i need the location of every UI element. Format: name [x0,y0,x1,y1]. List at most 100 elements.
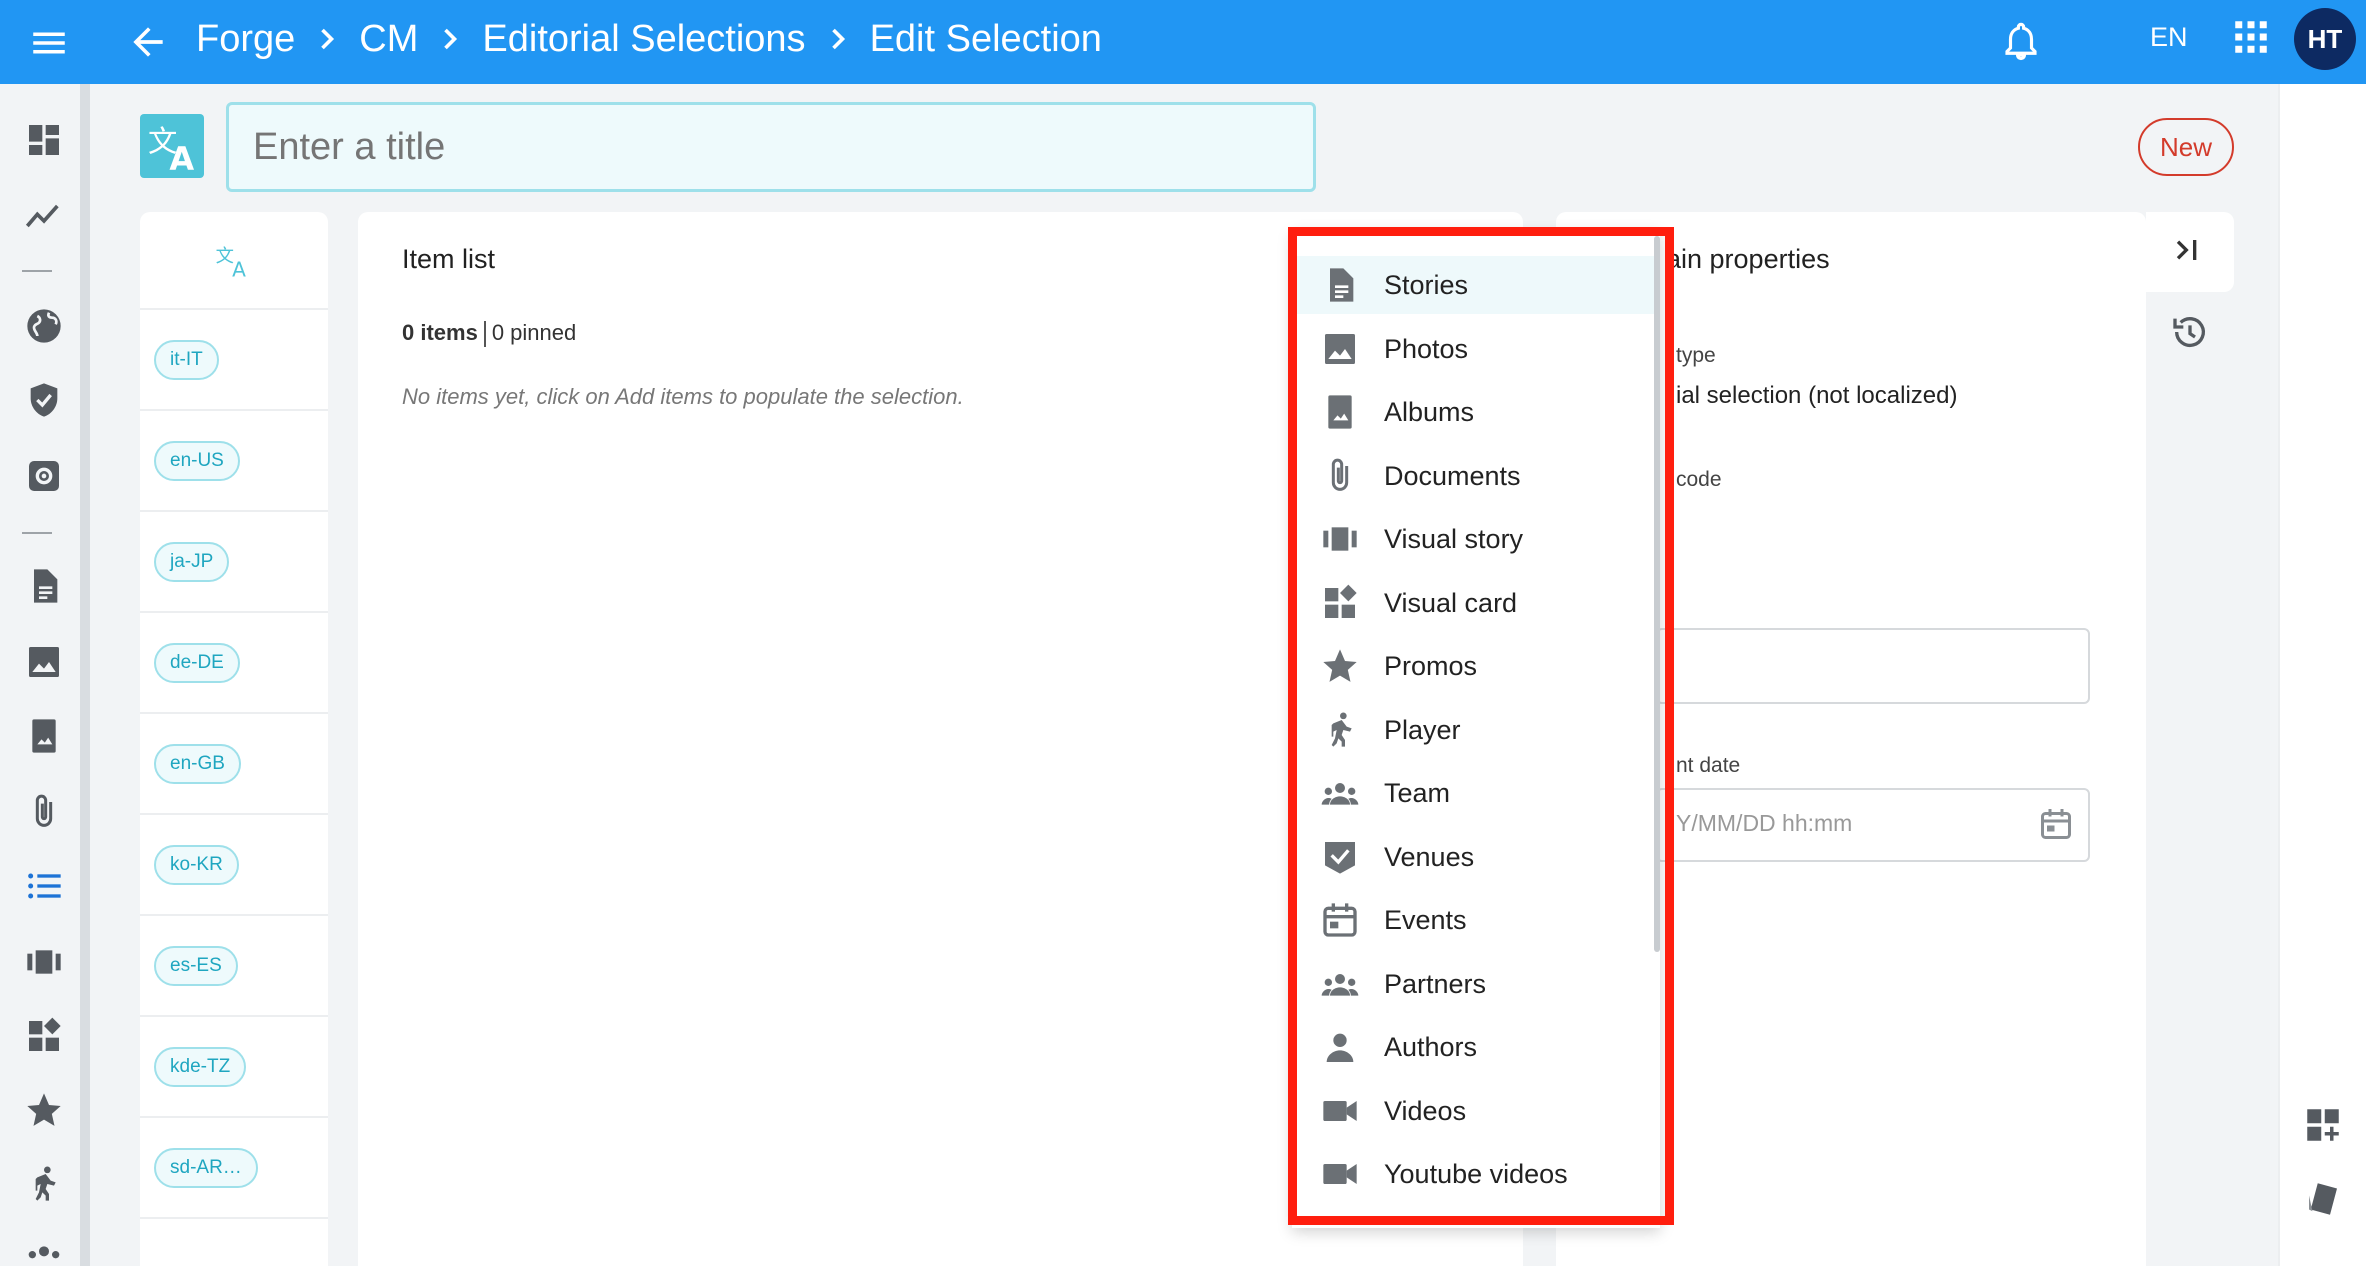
collapse-panel-button[interactable] [2146,212,2234,292]
menu-item-label: Visual card [1384,587,1518,618]
panel-rail [2146,212,2234,1266]
shield-icon[interactable] [24,380,64,420]
menu-item-documents[interactable]: Documents [1292,447,1656,505]
menu-item-visual-story[interactable]: Visual story [1292,510,1656,568]
left-nav-scrollbar[interactable] [80,84,90,1266]
menu-item-venues[interactable]: Venues [1292,828,1656,886]
user-avatar[interactable]: HT [2294,8,2356,70]
widgets-icon[interactable] [24,1016,64,1056]
locale-chip-es-ES[interactable]: es-ES [154,945,238,986]
menu-item-label: Authors [1384,1031,1478,1062]
locale-chip-ko-KR[interactable]: ko-KR [154,844,239,885]
locale-row: kde-TZ [140,1017,328,1118]
locale-row: it-IT [140,310,328,411]
menu-item-label: Stories [1384,269,1469,300]
type-label: type [1676,344,1716,367]
menu-item-player[interactable]: Player [1292,701,1656,759]
top-app-bar: Forge CM Editorial Selections Edit Selec… [0,0,2366,84]
back-arrow-icon[interactable] [126,20,170,64]
breadcrumb-forge[interactable]: Forge [196,18,295,61]
cards-icon[interactable] [2302,1178,2344,1220]
locale-chip-sd-AR[interactable]: sd-AR… [154,1147,258,1188]
menu-item-label: Youtube videos [1384,1158,1568,1189]
nav-divider [22,532,52,534]
list-icon[interactable] [24,866,64,906]
locale-chip-de-DE[interactable]: de-DE [154,642,240,683]
locale-chip-en-GB[interactable]: en-GB [154,743,241,784]
bell-icon[interactable] [2000,20,2042,62]
item-count: 0 items 0 pinned [402,320,577,348]
album-icon[interactable] [24,716,64,756]
locale-chip-en-US[interactable]: en-US [154,440,240,481]
calendar-icon[interactable] [2038,806,2074,842]
carousel-icon[interactable] [24,942,64,982]
settings-icon[interactable] [24,456,64,496]
apps-grid-icon[interactable] [2230,16,2272,58]
menu-item-authors[interactable]: Authors [1292,1018,1656,1076]
menu-item-label: Player [1384,714,1461,745]
locale-row: ko-KR [140,815,328,916]
menu-item-youtube-videos[interactable]: Youtube videos [1292,1145,1656,1203]
dashboard-icon[interactable] [24,120,64,160]
code-label: code [1676,468,1722,491]
paperclip-icon [1331,458,1349,491]
locale-row: sd-AR… [140,1118,328,1219]
calendar-icon [1323,903,1357,937]
menu-item-photos[interactable]: Photos [1292,320,1656,378]
text-field[interactable] [1656,628,2090,704]
menu-item-label: Videos [1384,1095,1467,1126]
venue-icon [1325,842,1355,874]
locale-row: de-DE [140,613,328,714]
image-icon[interactable] [24,642,64,682]
translate-badge[interactable]: 文A [140,114,204,178]
menu-item-promos[interactable]: Promos [1292,637,1656,695]
widgets-icon [1325,584,1357,618]
breadcrumb-editorial-selections[interactable]: Editorial Selections [482,18,805,61]
type-value: ial selection (not localized) [1676,382,1958,409]
status-badge: New [2138,118,2234,176]
add-widget-icon[interactable] [2302,1104,2344,1146]
pinned-count: 0 pinned [491,320,577,345]
locale-row: ja-JP [140,512,328,613]
menu-item-albums[interactable]: Albums [1292,383,1656,441]
dropdown-scrollbar[interactable] [1654,236,1660,952]
items-count: 0 items [402,320,478,345]
menu-icon[interactable] [28,22,70,64]
locale-chip-ja-JP[interactable]: ja-JP [154,541,230,582]
date-placeholder: Y/MM/DD hh:mm [1676,810,1853,836]
menu-item-stories[interactable]: Stories [1292,256,1656,314]
locale-row: en-GB [140,714,328,815]
history-icon[interactable] [2170,312,2210,352]
menu-item-label: Promos [1384,650,1478,681]
menu-item-partners[interactable]: Partners [1292,955,1656,1013]
menu-item-visual-card[interactable]: Visual card [1292,574,1656,632]
menu-item-label: Events [1384,904,1467,935]
globe-icon[interactable] [24,306,64,346]
svg-text:A: A [169,140,194,178]
paperclip-icon[interactable] [24,792,64,832]
star-icon [1323,649,1357,682]
locale-chip-it-IT[interactable]: it-IT [154,339,219,380]
document-icon[interactable] [24,566,64,606]
analytics-icon[interactable] [24,196,64,236]
player-icon[interactable] [24,1164,64,1204]
menu-item-team[interactable]: Team [1292,764,1656,822]
nav-divider [22,270,52,272]
language-selector[interactable]: EN [2150,22,2188,53]
group-icon[interactable] [24,1238,64,1266]
group-icon [1321,783,1359,805]
menu-item-label: Albums [1384,396,1475,427]
title-input[interactable] [226,102,1316,192]
chevron-right-icon [321,28,335,50]
star-icon[interactable] [24,1090,64,1130]
document-icon [1330,268,1354,302]
menu-item-videos[interactable]: Videos [1292,1082,1656,1140]
menu-item-label: Partners [1384,968,1487,999]
chevron-right-icon [831,28,845,50]
breadcrumb-cm[interactable]: CM [359,18,418,61]
collapse-right-icon [2176,240,2197,260]
date-label: nt date [1676,754,1741,777]
menu-item-events[interactable]: Events [1292,891,1656,949]
locale-chip-kde-TZ[interactable]: kde-TZ [154,1046,247,1087]
locale-row: en-US [140,411,328,512]
